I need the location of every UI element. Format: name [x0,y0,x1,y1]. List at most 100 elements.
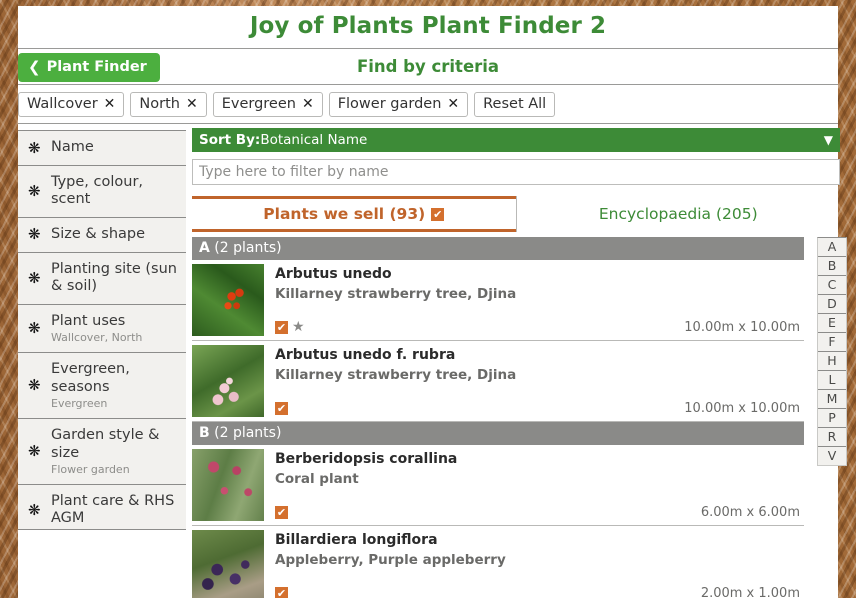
table-row[interactable]: Billardiera longiflora Appleberry, Purpl… [192,526,804,598]
plant-thumbnail [192,345,264,417]
sidebar-item-title: Plant uses [51,312,126,329]
alpha-index-l[interactable]: L [818,371,846,390]
plant-finder-back-button[interactable]: ❮ Plant Finder [18,53,160,82]
flower-icon: ❋ [28,225,41,244]
filter-chip-wallcover[interactable]: Wallcover ✕ [18,92,125,117]
botanical-name: Billardiera longiflora [275,532,438,548]
table-row[interactable]: Arbutus unedo Killarney strawberry tree,… [192,260,804,341]
check-icon[interactable]: ✔ [275,402,288,415]
group-letter: B [199,425,210,441]
filter-chip-label: Wallcover [27,96,98,112]
check-icon[interactable]: ✔ [275,506,288,519]
sort-by-value: Botanical Name [260,132,368,148]
results-panel: Sort By:Botanical Name ▼ Plants we sell … [186,124,847,598]
tab-encyclopaedia[interactable]: Encyclopaedia (205) [515,196,841,232]
alpha-index-h[interactable]: H [818,352,846,371]
sidebar-item-label: Plant care & RHS AGM [51,493,175,527]
filter-chip-evergreen[interactable]: Evergreen ✕ [212,92,323,117]
alpha-index-a[interactable]: A [818,238,846,257]
check-icon[interactable]: ✔ [275,587,288,598]
close-icon[interactable]: ✕ [302,96,314,112]
plant-info: Arbutus unedo Killarney strawberry tree,… [264,262,804,338]
page-title: Joy of Plants Plant Finder 2 [18,6,838,49]
alpha-index-c[interactable]: C [818,276,846,295]
plant-dimensions: 10.00m x 10.00m [684,401,800,416]
check-icon[interactable]: ✔ [431,207,445,221]
reset-all-label: Reset All [483,96,547,112]
alpha-index-d[interactable]: D [818,295,846,314]
sidebar-item-name[interactable]: ❋ Name [18,131,186,166]
filter-chip-flower-garden[interactable]: Flower garden ✕ [328,92,469,117]
sidebar-item-size-shape[interactable]: ❋ Size & shape [18,218,186,253]
plant-row-footer: ✔ 6.00m x 6.00m [275,505,800,520]
common-name: Appleberry, Purple appleberry [275,552,506,568]
common-name: Killarney strawberry tree, Djina [275,286,517,302]
table-row[interactable]: Berberidopsis corallina Coral plant ✔ 6.… [192,445,804,526]
flower-icon: ❋ [28,442,41,461]
tab-plants-we-sell[interactable]: Plants we sell (93) ✔ [192,196,516,232]
sub-header-bar: ❮ Plant Finder Find by criteria [18,49,838,85]
botanical-name: Berberidopsis corallina [275,451,458,467]
alpha-index-r[interactable]: R [818,428,846,447]
tab-label: Plants we sell (93) [263,205,426,223]
name-filter-input[interactable] [192,159,840,185]
sidebar-item-title: Garden style & size [51,427,160,461]
plant-thumbnail [192,449,264,521]
group-count: (2 plants) [214,425,282,441]
table-row[interactable]: Arbutus unedo f. rubra Killarney strawbe… [192,341,804,422]
flower-icon: ❋ [28,181,41,200]
sidebar-item-title: Evergreen, seasons [51,361,130,395]
sidebar-item-plant-uses[interactable]: ❋ Plant uses Wallcover, North [18,305,186,354]
reset-all-button[interactable]: Reset All [474,92,556,117]
alpha-index-b[interactable]: B [818,257,846,276]
sidebar-item-garden-style-size[interactable]: ❋ Garden style & size Flower garden [18,419,186,486]
sidebar-item-label: Planting site (sun & soil) [51,260,177,295]
flower-icon: ❋ [28,376,41,395]
sidebar-item-sublabel: Evergreen [51,396,108,410]
app-page: Joy of Plants Plant Finder 2 ❮ Plant Fin… [18,6,847,598]
plant-dimensions: 2.00m x 1.00m [700,586,800,598]
main-body: ❋ Name ❋ Type, colour, scent ❋ Size & sh… [18,124,847,598]
close-icon[interactable]: ✕ [104,96,116,112]
plant-dimensions: 10.00m x 10.00m [684,319,800,335]
tab-label: Encyclopaedia (205) [598,205,758,223]
plant-thumbnail [192,530,264,598]
active-filters-bar: Wallcover ✕ North ✕ Evergreen ✕ Flower g… [18,85,838,124]
sidebar-item-label: Name [51,139,94,156]
results-tabs: Plants we sell (93) ✔ Encyclopaedia (205… [192,196,840,232]
sidebar-item-evergreen-seasons[interactable]: ❋ Evergreen, seasons Evergreen [18,353,186,420]
alpha-index-m[interactable]: M [818,390,846,409]
alpha-index-v[interactable]: V [818,447,846,465]
group-header-a: A (2 plants) [192,237,804,260]
alphabet-index: A B C D E F H L M P R V [817,237,847,466]
check-icon[interactable]: ✔ [275,320,288,334]
chevron-down-icon: ▼ [823,133,833,147]
chevron-left-icon: ❮ [28,57,41,76]
filter-chip-label: North [139,96,180,112]
group-letter: A [199,240,210,256]
sidebar-item-plant-care-rhs-agm[interactable]: ❋ Plant care & RHS AGM [18,485,186,536]
sidebar-item-label: Plant uses Wallcover, North [51,313,142,345]
sidebar-item-label: Evergreen, seasons Evergreen [51,361,177,410]
common-name: Coral plant [275,471,359,487]
star-icon[interactable]: ★ [292,319,305,335]
alpha-index-p[interactable]: P [818,409,846,428]
alpha-index-f[interactable]: F [818,333,846,352]
plant-info: Arbutus unedo f. rubra Killarney strawbe… [264,343,804,419]
plant-info: Berberidopsis corallina Coral plant ✔ 6.… [264,447,804,523]
sort-by-dropdown[interactable]: Sort By: Botanical Name ▼ [192,128,840,152]
close-icon[interactable]: ✕ [186,96,198,112]
sidebar-item-label: Type, colour, scent [51,174,144,208]
filter-chip-label: Evergreen [221,96,296,112]
botanical-name: Arbutus unedo [275,266,392,282]
plant-results-list: A (2 plants) Arbutus unedo Killarney str… [192,237,804,598]
filter-chip-north[interactable]: North ✕ [130,92,207,117]
sidebar-item-type-colour-scent[interactable]: ❋ Type, colour, scent [18,166,186,218]
sidebar-item-planting-site[interactable]: ❋ Planting site (sun & soil) [18,253,186,305]
alpha-index-e[interactable]: E [818,314,846,333]
criteria-sidebar: ❋ Name ❋ Type, colour, scent ❋ Size & sh… [18,130,186,530]
plant-thumbnail [192,264,264,336]
close-icon[interactable]: ✕ [447,96,459,112]
group-count: (2 plants) [214,240,282,256]
flower-icon: ❋ [28,318,41,337]
